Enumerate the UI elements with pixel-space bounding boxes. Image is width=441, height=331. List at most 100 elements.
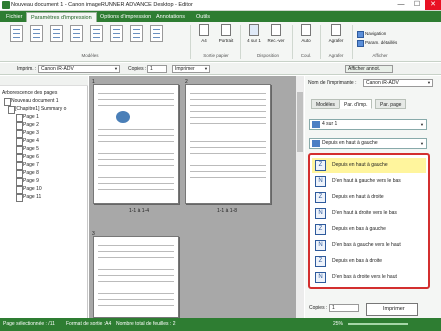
sheet-preview[interactable] [185,84,271,204]
detailed-settings-checkbox[interactable]: Param. détaillés [356,39,397,47]
ribbon-separator [190,25,191,59]
template-thumb[interactable] [70,25,83,42]
staple-button[interactable]: Agrafer [323,24,349,43]
template-thumb[interactable] [50,25,63,42]
tab-print-settings[interactable]: Par. d'imp. [339,99,373,109]
logo-image [116,111,130,123]
order-option[interactable]: N D'en haut à droite vers le bas [312,206,426,221]
order-option[interactable]: N D'en bas à gauche vers le haut [312,238,426,253]
tree-chapter[interactable]: [Chapitre1] Summary o [8,105,66,114]
n-order-icon: N [315,208,326,219]
tree-page[interactable]: Page 10 [16,185,42,194]
template-thumb[interactable] [110,25,123,42]
order-option[interactable]: N D'en haut à gauche vers le bas [312,174,426,189]
order-option[interactable]: Z Depuis en bas à droite [312,254,426,269]
show-annotations-button[interactable]: Afficher annot. [345,65,393,73]
group-label-sortie: Sortie papier [203,53,229,58]
sheet-caption: 1-1 à 1-8 [216,208,237,214]
tree-toolbar [0,76,88,86]
z-order-icon: Z [315,256,326,267]
order-option[interactable]: Z Depuis en haut à droite [312,190,426,205]
ribbon-separator [240,25,241,59]
tab-fichier[interactable]: Fichier [2,12,27,22]
print-button[interactable]: Imprimer ▼ [172,65,210,73]
group-label-modeles: Modèles [81,53,99,58]
tab-parametres-impression[interactable]: Paramètres d'impression [26,12,97,22]
tree-document[interactable]: Nouveau document 1 [4,97,59,106]
tab-page-settings[interactable]: Par. page [375,99,407,109]
printer-select[interactable]: Canon iR-ADV ▼ [38,65,120,73]
chevron-down-icon: ▼ [420,122,424,127]
duplex-icon [271,24,281,36]
order-option[interactable]: Z Depuis en bas à gauche [312,222,426,237]
copies-label: Copies : [128,66,147,72]
tree-page[interactable]: Page 1 [16,113,39,122]
maximize-button[interactable]: ☐ [409,0,425,10]
ribbon-separator [352,25,353,59]
tree-page[interactable]: Page 11 [16,193,41,202]
panel-print-button[interactable]: Imprimer [366,303,418,316]
minimize-button[interactable]: — [393,0,409,10]
tab-options-impression[interactable]: Options d'impression [96,12,155,22]
ribbon-tabs: Fichier Paramètres d'impression Options … [0,11,441,22]
color-button[interactable]: Auto [295,24,317,43]
color-icon [301,24,311,36]
sheet-caption: 1-1 à 1-4 [128,208,149,214]
app-icon [2,1,10,9]
tree-page[interactable]: Page 8 [16,169,39,178]
layout-select[interactable]: 4 sur 1 ▼ [309,119,427,130]
navigation-checkbox[interactable]: Navigation [356,30,386,38]
zoom-level: 25% [333,321,344,327]
staple-icon [331,24,341,36]
page-order-select[interactable]: Depuis en haut à gauche ▼ [309,138,427,149]
template-thumb[interactable] [30,25,43,42]
template-thumb[interactable] [150,25,163,42]
printer-name-label: Nom de l'imprimante : [308,80,357,86]
ribbon-separator [320,25,321,59]
tree-page[interactable]: Page 6 [16,153,39,162]
page-order-dropdown: Z Depuis en haut à gauche N D'en haut à ga… [308,153,430,289]
chevron-down-icon: ▼ [114,66,118,71]
paper-size-button[interactable]: A4 [193,24,215,43]
status-bar: Page sélectionnée : /11 Format de sortie… [0,318,441,331]
template-thumb[interactable] [130,25,143,42]
sheet-preview[interactable] [93,236,179,318]
chevron-down-icon: ▼ [204,66,208,71]
template-thumb[interactable] [10,25,23,42]
scrollbar-thumb[interactable] [297,92,303,152]
tree-page[interactable]: Page 4 [16,137,39,146]
preview-scrollbar[interactable] [296,76,304,318]
layout-button[interactable]: 4 sur 1 [243,24,265,43]
printer-label: Imprim. : [17,66,37,72]
panel-printer-select[interactable]: Canon iR-ADV ▼ [363,79,433,87]
page-tree-pane: Arborescence des pages Nouveau document … [0,76,88,318]
panel-copies-input[interactable]: 1 [329,304,359,312]
preview-area[interactable]: 1 1-1 à 1-4 2 1-1 à 1-8 3 [89,76,304,318]
copies-label: Copies : [309,305,328,311]
sheet-preview[interactable] [93,84,179,204]
group-label-disposition: Disposition [256,53,279,58]
tree-page[interactable]: Page 9 [16,177,39,186]
chevron-down-icon: ▼ [420,141,424,146]
tree-header: Arborescence des pages [2,90,58,96]
n-order-icon: N [315,176,326,187]
ribbon: Modèles A4 Portrait Sortie papier 4 sur … [0,22,441,62]
duplex-button[interactable]: Rec.-ver [265,24,287,43]
order-option[interactable]: Z Depuis en haut à gauche [312,158,426,173]
tree-page[interactable]: Page 5 [16,145,39,154]
order-icon [312,140,320,147]
tab-annotations[interactable]: Annotations [152,12,189,22]
tab-outils[interactable]: Outils [192,12,214,22]
title-bar: Nouveau document 1 - Canon imageRUNNER A… [0,0,441,11]
tree-page[interactable]: Page 7 [16,161,39,170]
copies-input[interactable]: 1 [147,65,167,73]
tree-page[interactable]: Page 2 [16,121,39,130]
order-option[interactable]: N D'en bas à droite vers le haut [312,270,426,285]
orientation-button[interactable]: Portrait [215,24,237,43]
close-button[interactable]: ✕ [425,0,441,10]
zoom-slider[interactable] [348,323,408,325]
tab-modeles[interactable]: Modèles [311,99,340,109]
template-thumb[interactable] [90,25,103,42]
tree-page[interactable]: Page 3 [16,129,39,138]
z-order-icon: Z [315,224,326,235]
